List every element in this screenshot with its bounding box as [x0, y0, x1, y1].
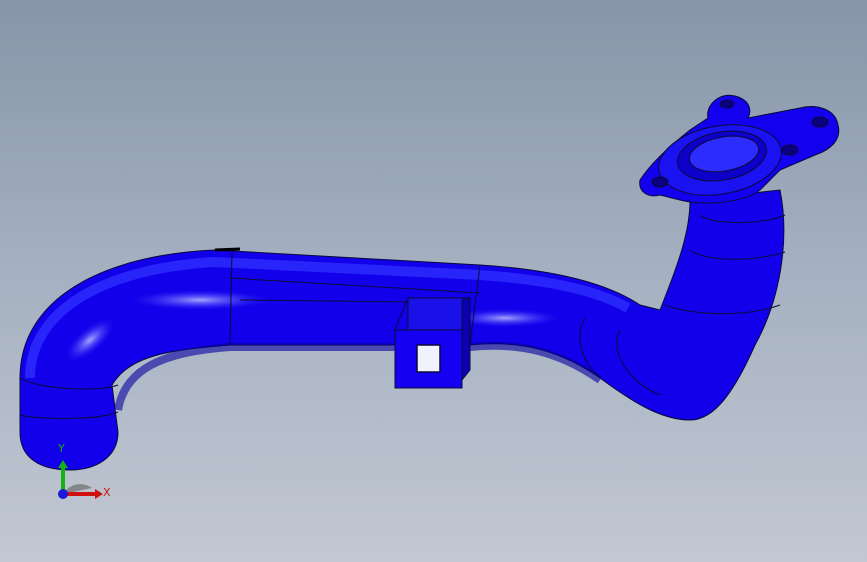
y-axis-label: Y: [58, 442, 65, 455]
pipe-model[interactable]: [0, 0, 867, 562]
graphics-viewport[interactable]: Y X: [0, 0, 867, 562]
coordinate-triad: Y X: [40, 438, 120, 518]
triad-axes-icon: [58, 460, 103, 499]
x-axis-label: X: [103, 486, 111, 499]
flange[interactable]: [639, 94, 840, 204]
